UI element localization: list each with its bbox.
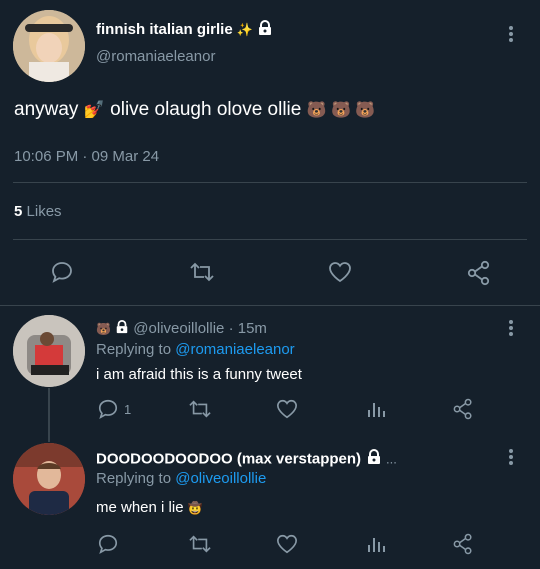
replying-to: Replying to @romaniaeleanor — [96, 341, 295, 358]
retweet-icon[interactable] — [189, 260, 215, 284]
divider — [13, 239, 527, 240]
mention-link[interactable]: @oliveoillollie — [175, 470, 266, 487]
more-options-icon[interactable] — [508, 24, 514, 42]
tweet-timestamp: 10:06 PM · 09 Mar 24 — [14, 148, 160, 165]
retweet-icon[interactable] — [188, 398, 212, 420]
reply-icon[interactable] — [97, 533, 119, 555]
lock-icon — [366, 449, 382, 470]
reply-header: 🐻 @oliveoillollie · 15m — [96, 320, 267, 338]
tweet-text: anyway 💅 olive olaugh olove ollie 🐻 🐻 🐻 — [14, 99, 376, 120]
replying-to: Replying to @oliveoillollie — [96, 470, 267, 487]
divider — [13, 182, 527, 183]
mention-link[interactable]: @romaniaeleanor — [175, 341, 294, 358]
reply-icon[interactable] — [50, 260, 74, 284]
reply-icon[interactable] — [97, 398, 119, 420]
display-name[interactable]: finnish italian girlie ✨ — [96, 20, 273, 40]
display-name[interactable]: DOODOODOODOO (max verstappen) — [96, 451, 361, 468]
user-handle[interactable]: @romaniaeleanor — [96, 48, 215, 65]
share-icon[interactable] — [466, 260, 492, 286]
bear-emoji: 🐻 🐻 🐻 — [306, 101, 376, 119]
bear-emoji: 🐻 — [96, 322, 111, 337]
avatar[interactable] — [13, 10, 85, 82]
reply-time: · 15m — [228, 320, 267, 337]
user-handle[interactable]: @oliveoillollie — [133, 320, 224, 337]
analytics-icon[interactable] — [366, 399, 386, 419]
cowboy-emoji: 🤠 — [187, 501, 203, 516]
truncation-ellipsis: ... — [385, 451, 397, 467]
reply-text: me when i lie 🤠 — [96, 499, 203, 516]
lock-icon — [257, 20, 273, 40]
retweet-icon[interactable] — [188, 533, 212, 555]
divider — [0, 305, 540, 306]
more-options-icon[interactable] — [508, 318, 514, 336]
reply-header: DOODOODOODOO (max verstappen) ... — [96, 449, 397, 470]
avatar[interactable] — [13, 443, 85, 515]
like-icon[interactable] — [275, 533, 299, 555]
share-icon[interactable] — [452, 398, 474, 420]
reply-count: 1 — [124, 402, 132, 417]
sparkles-emoji: ✨ — [236, 22, 254, 37]
avatar[interactable] — [13, 315, 85, 387]
like-icon[interactable] — [275, 398, 299, 420]
reply-text: i am afraid this is a funny tweet — [96, 366, 302, 383]
like-icon[interactable] — [327, 260, 353, 284]
analytics-icon[interactable] — [366, 534, 386, 554]
likes-count[interactable]: 5 Likes — [14, 203, 62, 220]
more-options-icon[interactable] — [508, 447, 514, 465]
thread-line — [48, 388, 50, 442]
nail-polish-emoji: 💅 — [83, 99, 105, 119]
share-icon[interactable] — [452, 533, 474, 555]
lock-icon — [115, 320, 129, 338]
